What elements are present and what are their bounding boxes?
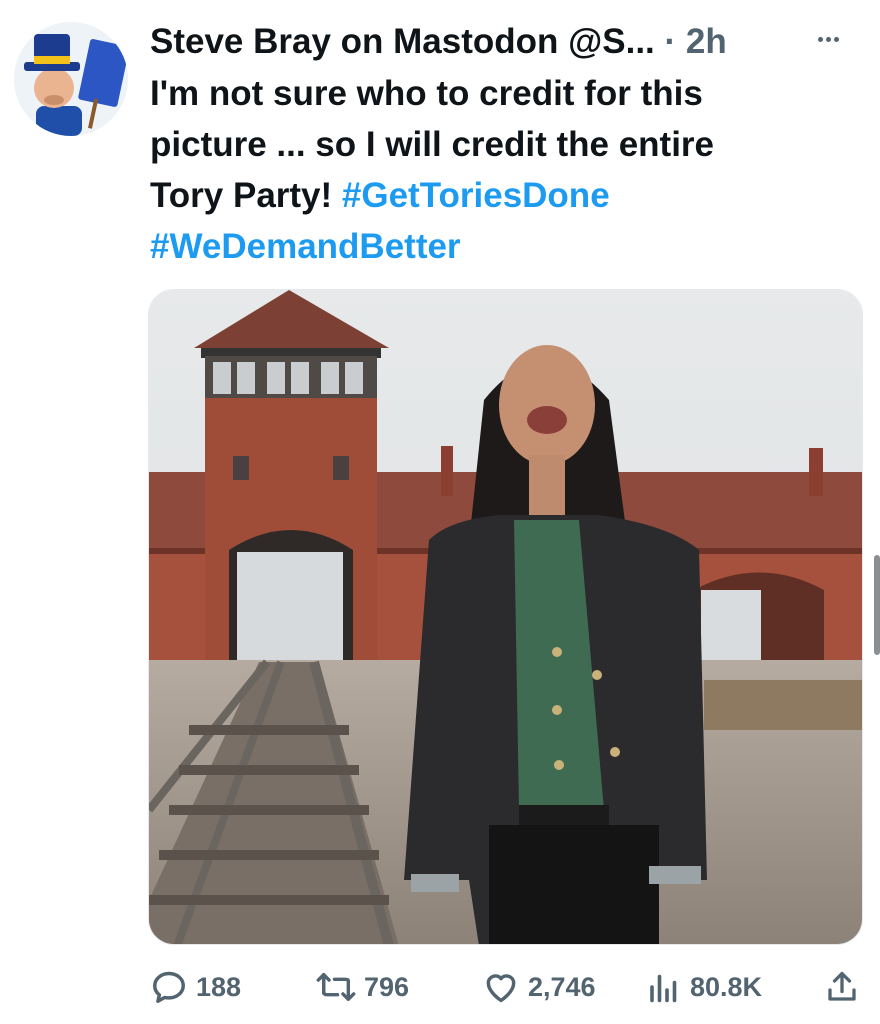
author-name[interactable]: Steve Bray on Mastodon @S... (150, 22, 655, 61)
photo-illustration (149, 290, 862, 944)
like-count: 2,746 (528, 971, 596, 1002)
tweet-photo[interactable] (148, 289, 863, 945)
tweet-text-line: picture ... so I will credit the entire (150, 125, 715, 164)
tweet-text-line: Tory Party! #GetToriesDone (150, 176, 610, 215)
tweet-header: Steve Bray on Mastodon @S... · 2h (150, 20, 840, 64)
timestamp[interactable]: 2h (686, 22, 727, 61)
repost-count: 796 (364, 971, 410, 1002)
reply-button[interactable]: 188 (150, 962, 241, 1012)
scrollbar[interactable] (874, 555, 880, 655)
views-button[interactable]: 80.8K (646, 962, 762, 1012)
like-button[interactable]: 2,746 (482, 962, 596, 1012)
views-count: 80.8K (690, 971, 763, 1002)
tweet-text: I'm not sure who to credit for this pict… (150, 68, 850, 272)
repost-icon (316, 973, 356, 1001)
more-icon[interactable] (818, 28, 858, 52)
separator-dot: · (664, 22, 677, 61)
heart-icon (486, 974, 516, 1003)
tweet-text-line: #WeDemandBetter (150, 221, 850, 272)
views-icon (650, 974, 677, 1003)
tweet-text-line: I'm not sure who to credit for this (150, 74, 703, 113)
avatar[interactable] (14, 22, 128, 136)
tweet-actions: 188 796 2,746 80.8K (0, 962, 880, 1012)
reply-count: 188 (196, 971, 242, 1002)
share-button[interactable] (824, 962, 868, 1012)
repost-button[interactable]: 796 (316, 962, 409, 1012)
reply-icon (153, 971, 185, 1003)
hashtag-link[interactable]: #GetToriesDone (342, 176, 610, 215)
avatar-illustration (14, 22, 128, 136)
tweet[interactable]: Steve Bray on Mastodon @S... · 2h I'm no… (0, 0, 880, 1024)
hashtag-link[interactable]: #WeDemandBetter (150, 227, 461, 266)
share-icon (828, 971, 856, 1001)
